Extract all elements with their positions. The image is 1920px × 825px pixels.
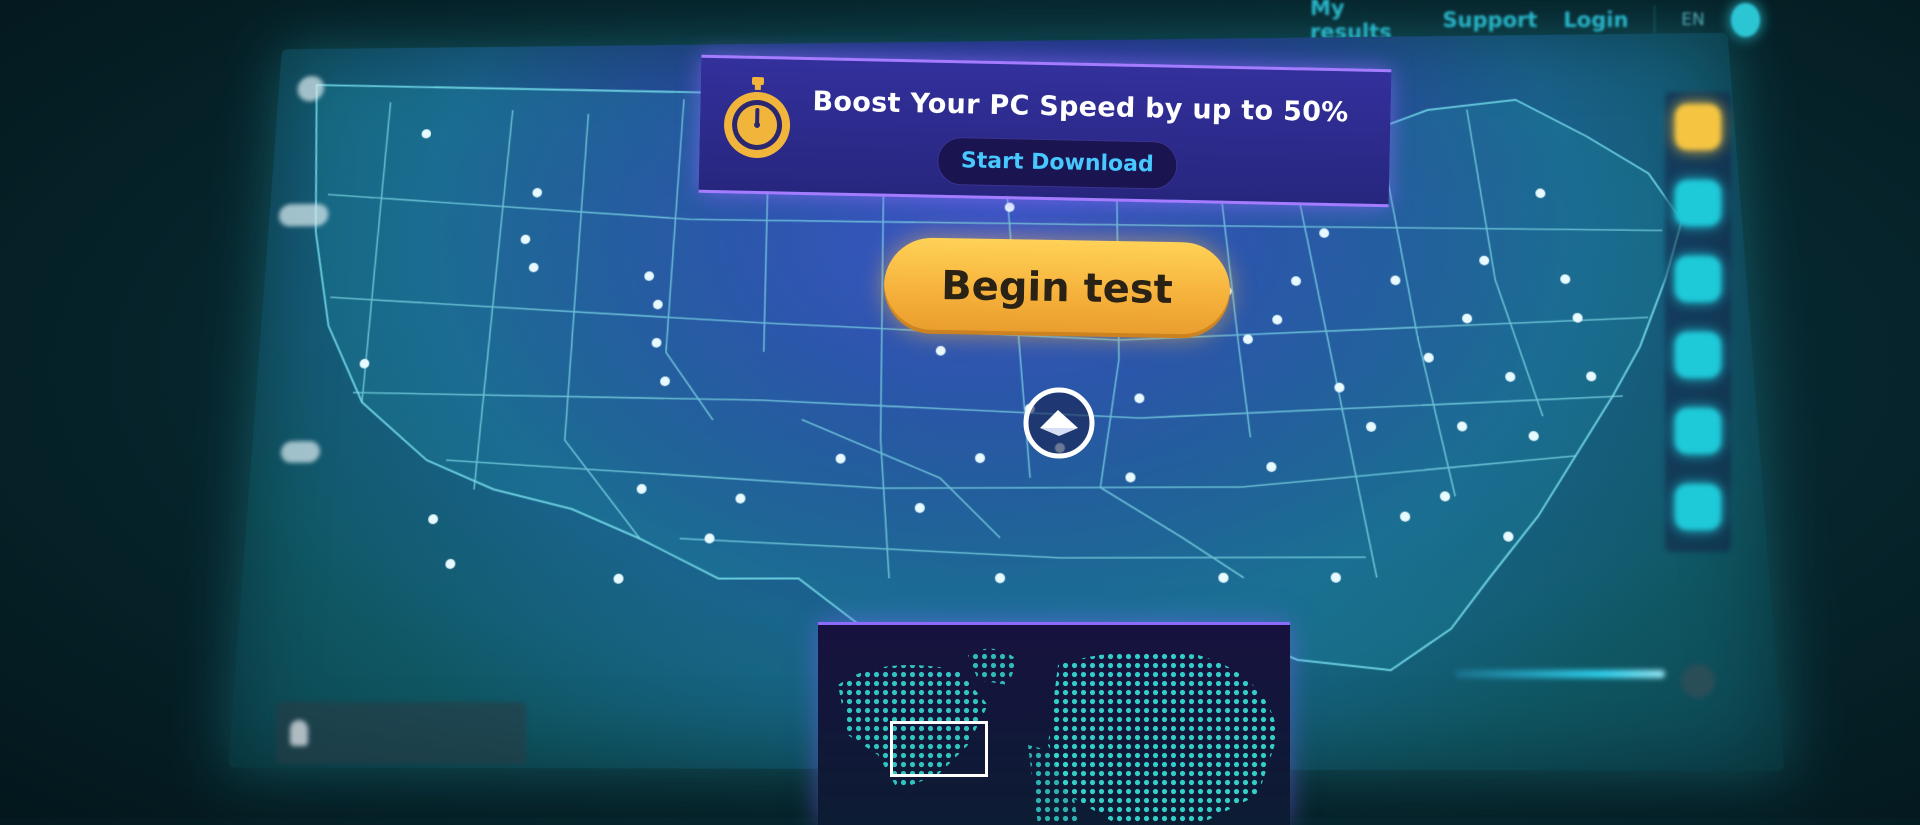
map-layer-chip[interactable] <box>280 441 320 463</box>
rail-globe-button[interactable] <box>1675 180 1721 226</box>
user-icon[interactable] <box>1731 3 1760 37</box>
rail-settings-button[interactable] <box>1675 484 1721 530</box>
rail-speed-button[interactable] <box>1675 104 1721 150</box>
stopwatch-icon <box>719 76 795 164</box>
rail-cloud-button[interactable] <box>1675 332 1721 378</box>
selected-region-frame[interactable] <box>890 721 988 777</box>
nav-support-link[interactable]: Support <box>1442 8 1537 32</box>
world-map-inset <box>818 622 1290 825</box>
map-filter-chip[interactable] <box>278 204 329 227</box>
language-selector[interactable]: EN <box>1681 10 1704 30</box>
begin-test-button[interactable]: Begin test <box>883 237 1231 339</box>
start-download-button[interactable]: Start Download <box>937 137 1178 190</box>
right-tool-rail <box>1665 92 1731 552</box>
nav-divider <box>1654 5 1655 35</box>
rail-play-button[interactable] <box>1675 408 1721 454</box>
average-speed-panel <box>1455 660 1715 716</box>
world-dot-map <box>818 625 1290 825</box>
nav-login-link[interactable]: Login <box>1563 8 1628 32</box>
server-pin-icon <box>290 720 308 746</box>
promo-headline: Boost Your PC Speed by up to 50% <box>812 86 1349 128</box>
server-legend-card <box>276 702 526 764</box>
promo-banner: Boost Your PC Speed by up to 50% Start D… <box>699 55 1392 207</box>
location-marker-icon[interactable] <box>1020 384 1098 462</box>
rail-shield-button[interactable] <box>1675 256 1721 302</box>
info-icon[interactable] <box>1681 664 1715 698</box>
average-speed-bar <box>1455 670 1665 678</box>
